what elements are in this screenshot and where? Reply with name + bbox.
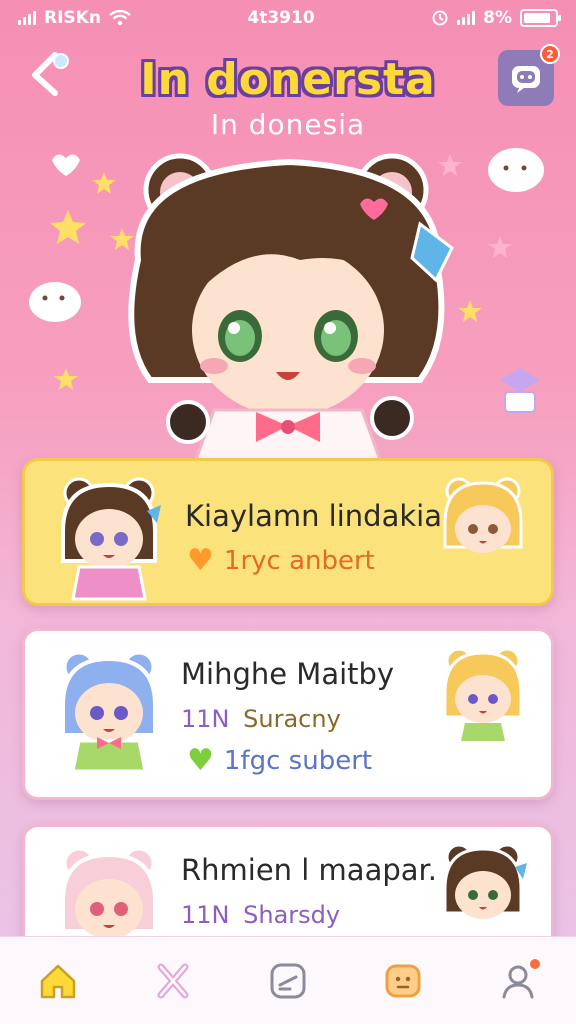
alarm-icon (432, 10, 448, 26)
cloud-sticker-left-icon (29, 282, 81, 322)
app-subtitle: In donesia (210, 108, 366, 141)
card-name: Rhmien l maapar. (181, 853, 438, 887)
list-item[interactable]: Mihghe Maitby 11N Suracny ♥ 1fgc subert (22, 628, 554, 800)
clock: 4t3910 (247, 8, 315, 28)
card-meta-text: 1ryc anbert (223, 545, 375, 576)
bear-girl-character (128, 153, 454, 462)
orange-heart-icon: ♥ (187, 543, 214, 578)
hero-character-art (29, 148, 544, 462)
card-subtitle: 11N Sharsdy (181, 901, 340, 929)
card-name: Kiaylamn lindakia (185, 499, 442, 533)
app-title: In donersta (140, 54, 436, 105)
carrier-label: RISKn (44, 8, 101, 28)
card-subtitle-text: Sharsdy (243, 901, 341, 929)
face-icon (385, 964, 421, 997)
tab-bar (0, 936, 576, 1024)
edit-icon (270, 963, 306, 998)
bow-sticker-icon (500, 368, 540, 413)
card-meta: ♥ 1ryc anbert (187, 543, 375, 578)
cloud-sticker-right-icon (488, 148, 544, 192)
list-item[interactable]: Kiaylamn lindakia ♥ 1ryc anbert (22, 458, 554, 606)
green-heart-icon: ♥ (187, 743, 214, 778)
notification-button[interactable]: 2 (498, 44, 560, 106)
battery-icon (520, 9, 561, 27)
card-subtitle-number: 11N (181, 901, 230, 929)
tab-profile[interactable] (486, 949, 550, 1013)
sparkle-icon (157, 963, 189, 998)
cell-signal-icon (457, 11, 476, 25)
avatar (61, 477, 161, 601)
card-subtitle-number: 11N (181, 705, 230, 733)
card-subtitle: 11N Suracny (181, 705, 341, 733)
status-left: RISKn (18, 8, 131, 28)
wifi-icon (109, 10, 131, 26)
card-name: Mihghe Maitby (181, 657, 395, 691)
battery-percent: 8% (483, 8, 512, 28)
chat-bot-icon (512, 66, 540, 93)
heart-sticker-icon (52, 154, 80, 176)
avatar-secondary (443, 647, 523, 741)
header: In donersta In donesia 2 (0, 40, 576, 150)
avatar-secondary (443, 843, 527, 919)
hero-illustration (0, 140, 576, 462)
tab-notification-dot (528, 956, 543, 971)
signal-icon (18, 11, 36, 25)
avatar (61, 651, 157, 771)
tab-sparkle[interactable] (141, 949, 205, 1013)
notification-badge: 2 (540, 44, 560, 64)
avatar-secondary (443, 477, 523, 553)
tab-home[interactable] (26, 949, 90, 1013)
home-icon (40, 964, 75, 998)
tab-edit[interactable] (256, 949, 320, 1013)
card-meta-text: 1fgc subert (223, 745, 373, 776)
card-subtitle-text: Suracny (243, 705, 341, 733)
tab-face[interactable] (371, 949, 435, 1013)
status-right: 8% (431, 8, 561, 28)
card-meta: ♥ 1fgc subert (187, 743, 372, 778)
status-bar: RISKn 4t3910 8% (0, 0, 576, 36)
